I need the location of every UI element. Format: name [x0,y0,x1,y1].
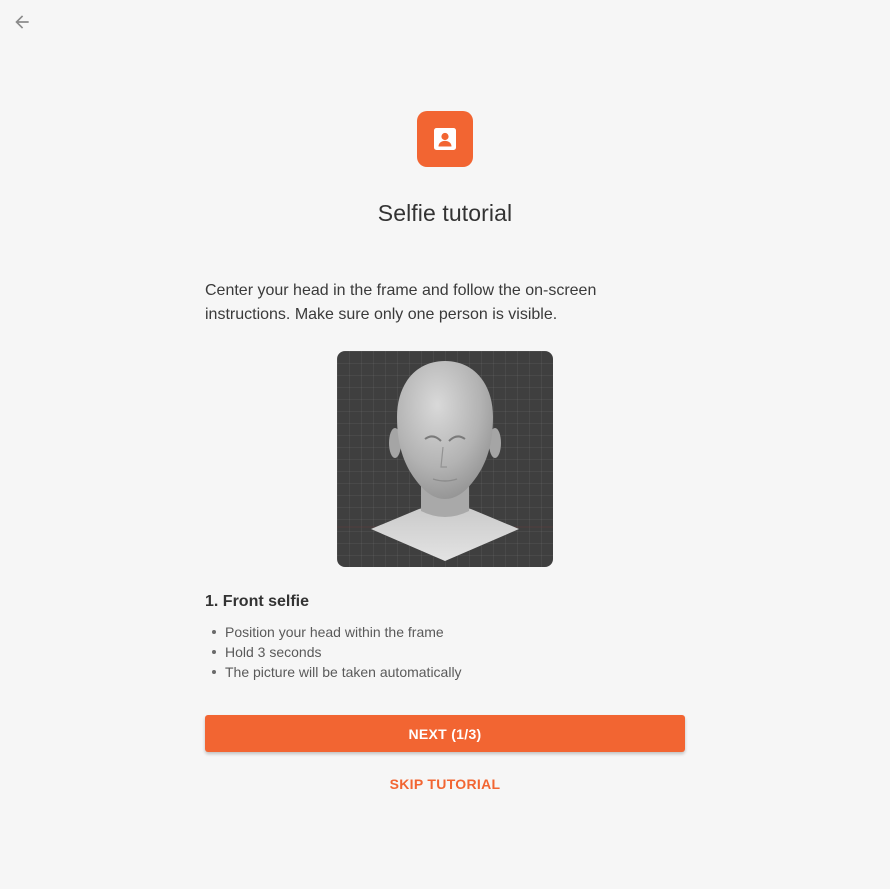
arrow-left-icon [15,15,29,29]
step-instructions-list: Position your head within the frame Hold… [205,622,685,682]
id-badge-icon [417,111,473,167]
intro-text: Center your head in the frame and follow… [205,282,597,323]
list-item: Hold 3 seconds [205,642,685,662]
step-title: 1. Front selfie [205,593,310,610]
head-illustration [337,351,553,567]
page-title: Selfie tutorial [377,200,513,226]
next-button[interactable]: NEXT (1/3) [205,715,685,752]
list-item: Position your head within the frame [205,622,685,642]
selfie-tutorial-screen: Selfie tutorial Center your head in the … [0,0,890,889]
list-item: The picture will be taken automatically [205,662,685,682]
back-button[interactable] [8,8,36,36]
skip-tutorial-button[interactable]: SKIP TUTORIAL [0,776,890,792]
